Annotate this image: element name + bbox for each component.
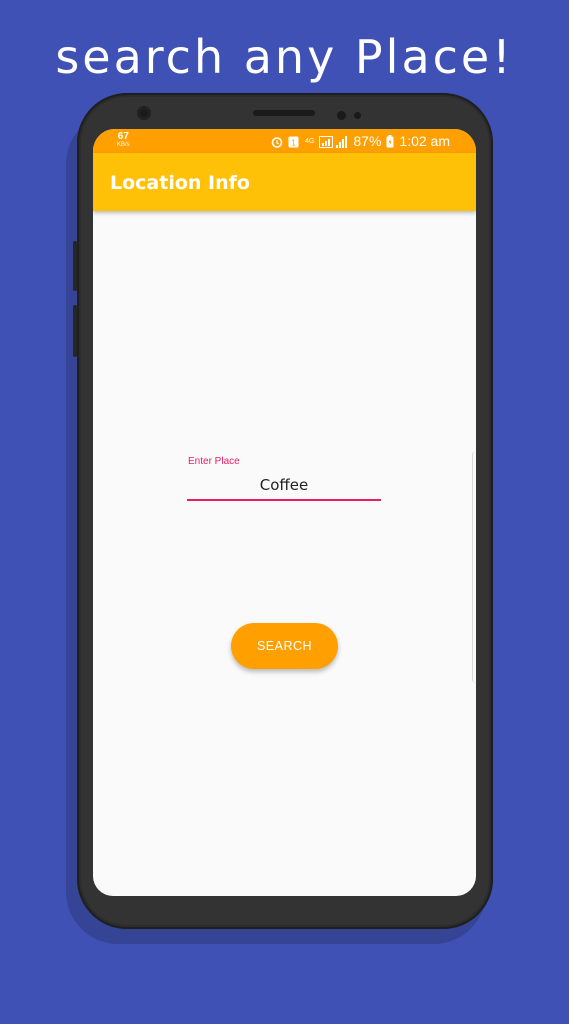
- scroll-indicator: [472, 451, 476, 683]
- network-speed-unit: KB/s: [117, 142, 130, 148]
- battery-icon: [386, 135, 394, 148]
- front-camera: [137, 106, 151, 120]
- phone-frame: 67 KB/s 1 4G 87% 1:02 am Location Info E…: [73, 93, 493, 929]
- volume-down-button: [73, 305, 77, 357]
- battery-percentage: 87%: [353, 133, 382, 149]
- status-time: 1:02 am: [399, 133, 450, 149]
- search-button[interactable]: SEARCH: [231, 623, 338, 669]
- svg-text:1: 1: [291, 139, 296, 148]
- network-icon: [319, 135, 334, 148]
- network-type-label: 4G: [305, 137, 315, 145]
- proximity-sensor: [337, 111, 346, 120]
- place-input[interactable]: [187, 471, 381, 501]
- light-sensor: [354, 112, 361, 119]
- promo-headline: search any Place!: [55, 30, 514, 84]
- phone-screen: 67 KB/s 1 4G 87% 1:02 am Location Info E…: [93, 129, 476, 896]
- earpiece-speaker: [253, 110, 315, 116]
- app-title: Location Info: [110, 172, 250, 194]
- status-icons: 1 4G 87% 1:02 am: [271, 133, 450, 149]
- signal-icon: [336, 135, 348, 148]
- sim-icon: 1: [288, 135, 300, 148]
- volume-up-button: [73, 241, 77, 291]
- network-speed: 67 KB/s: [117, 132, 130, 150]
- app-bar: Location Info: [93, 153, 476, 211]
- alarm-icon: [271, 135, 283, 148]
- status-bar: 67 KB/s 1 4G 87% 1:02 am: [93, 129, 476, 153]
- place-field-label: Enter Place: [188, 456, 240, 467]
